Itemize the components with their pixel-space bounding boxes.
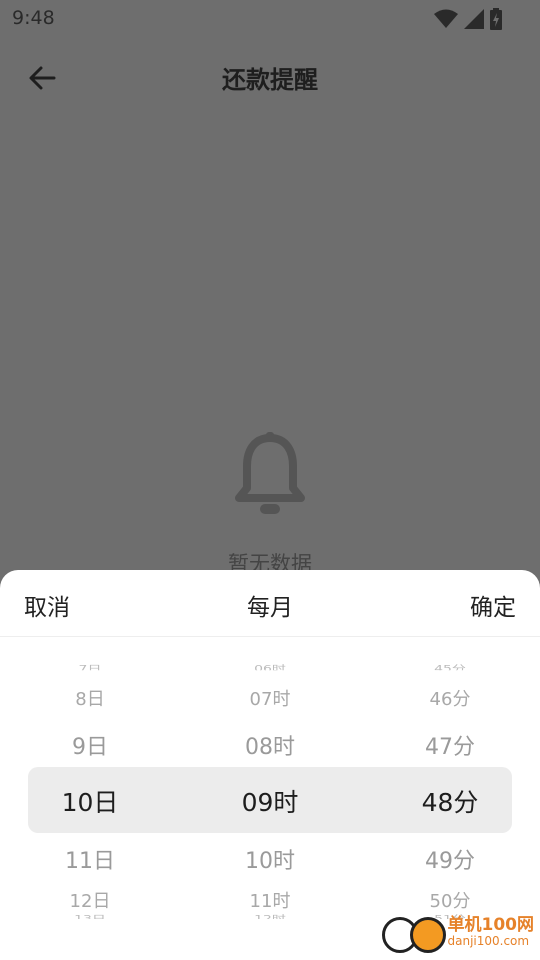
bell-icon xyxy=(235,432,305,514)
sheet-header: 取消 每月 确定 xyxy=(0,570,540,637)
minute-option[interactable]: 46分 xyxy=(380,685,520,711)
day-option[interactable]: 7日 xyxy=(20,663,160,670)
sheet-title: 每月 xyxy=(247,595,293,621)
hour-option[interactable]: 12时 xyxy=(200,913,340,919)
day-option[interactable]: 13日 xyxy=(20,913,160,919)
hour-option[interactable]: 08时 xyxy=(200,729,340,761)
confirm-button[interactable]: 确定 xyxy=(470,588,516,622)
empty-state: 暂无数据 xyxy=(0,430,540,576)
watermark-name: 单机100网 xyxy=(447,914,535,935)
hour-option[interactable]: 07时 xyxy=(200,685,340,711)
hour-option[interactable]: 11时 xyxy=(200,887,340,913)
hour-option-selected[interactable]: 09时 xyxy=(200,783,340,819)
minute-wheel[interactable]: 45分 46分 47分 48分 49分 50分 51分 xyxy=(380,637,520,937)
day-option[interactable]: 9日 xyxy=(20,729,160,761)
battery-icon xyxy=(490,8,502,30)
watermark-url: danji100.com xyxy=(447,933,530,948)
wifi-icon xyxy=(434,9,458,28)
minute-option-selected[interactable]: 48分 xyxy=(380,783,520,819)
minute-option[interactable]: 49分 xyxy=(380,843,520,875)
signal-icon xyxy=(464,9,484,29)
hour-option[interactable]: 10时 xyxy=(200,843,340,875)
minute-option[interactable]: 47分 xyxy=(380,729,520,761)
day-option[interactable]: 11日 xyxy=(20,843,160,875)
watermark-logo-icon xyxy=(381,911,446,953)
day-option[interactable]: 8日 xyxy=(20,685,160,711)
day-option[interactable]: 12日 xyxy=(20,887,160,913)
hour-option[interactable]: 06时 xyxy=(200,663,340,670)
page-title: 还款提醒 xyxy=(222,66,318,94)
watermark-text: 单机100网 danji100.com xyxy=(447,914,535,948)
hour-wheel[interactable]: 06时 07时 08时 09时 10时 11时 12时 xyxy=(200,637,340,937)
status-bar: 9:48 xyxy=(0,0,540,36)
time-picker-sheet: 取消 每月 确定 7日 8日 9日 10日 11日 12日 13日 06时 07… xyxy=(0,570,540,960)
minute-option[interactable]: 45分 xyxy=(380,663,520,670)
day-option-selected[interactable]: 10日 xyxy=(20,783,160,819)
status-time: 9:48 xyxy=(12,7,55,29)
watermark: 单机100网 danji100.com xyxy=(381,908,535,956)
day-wheel[interactable]: 7日 8日 9日 10日 11日 12日 13日 xyxy=(20,637,160,937)
status-icons xyxy=(434,8,502,30)
app-header: 还款提醒 xyxy=(0,48,540,108)
